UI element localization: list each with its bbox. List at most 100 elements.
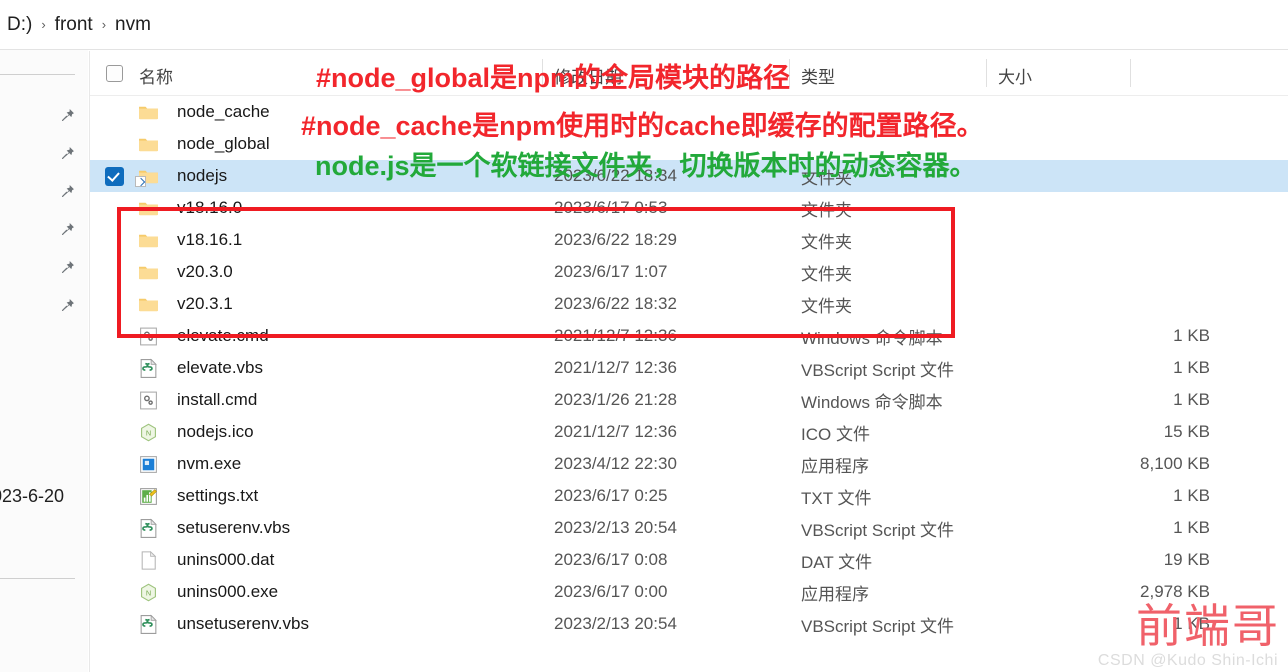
file-date-modified: 2021/12/7 12:36 [554,326,677,345]
file-date-modified: 2023/2/13 20:54 [554,518,677,537]
rail-divider-top [0,74,75,75]
file-name[interactable]: v18.16.1 [168,230,242,250]
column-header-size[interactable]: 大小 [998,63,1032,88]
file-date-modified: 2021/12/7 12:36 [554,422,677,441]
table-row[interactable]: unins000.dat 2023/6/17 0:08 DAT 文件 19 KB [90,544,1288,576]
table-row[interactable]: v20.3.0 2023/6/17 1:07 文件夹 [90,256,1288,288]
pinned-item-5[interactable] [0,248,88,286]
folder-icon [138,134,168,155]
rail-date-label: 023-6-20 [0,486,65,506]
column-header-row: 名称 修改日期 类型 大小 [90,51,1288,96]
file-rows: node_cache node_global nodejs 2023/6/22 18:… [90,96,1288,640]
pinned-item-2[interactable] [0,134,88,172]
file-date-modified: 2023/6/17 0:08 [554,550,668,569]
file-name[interactable]: node_cache [168,102,270,122]
file-name[interactable]: elevate.cmd [168,326,269,346]
table-row[interactable]: elevate.vbs 2021/12/7 12:36 VBScript Scrip… [90,352,1288,384]
file-list-pane: 名称 修改日期 类型 大小 node_cache node_globalnodej… [89,51,1288,672]
file-type: 应用程序 [801,456,869,476]
file-type: 文件夹 [801,232,852,252]
table-row[interactable]: v18.16.1 2023/6/22 18:29 文件夹 [90,224,1288,256]
file-name[interactable]: unins000.dat [168,550,274,570]
file-size: 15 KB [1163,422,1210,441]
pinned-item-6[interactable] [0,286,88,324]
table-row[interactable]: v18.16.0 2023/6/17 0:53 文件夹 [90,192,1288,224]
column-divider[interactable] [789,59,790,87]
table-row[interactable]: nodejs 2023/6/22 18:34 文件夹 [90,160,1288,192]
file-size: 1 KB [1173,358,1210,377]
pinned-item-4[interactable] [0,210,88,248]
table-row[interactable]: node_cache [90,96,1288,128]
row-checkbox-cell[interactable] [90,166,138,186]
table-row[interactable]: v20.3.1 2023/6/22 18:32 文件夹 [90,288,1288,320]
file-type: Windows 命令脚本 [801,392,943,412]
cmd-script-icon [138,390,168,411]
column-header-name[interactable]: 名称 [139,63,173,88]
column-header-date-modified[interactable]: 修改日期 [554,63,622,88]
file-type: 文件夹 [801,200,852,220]
file-size: 1 KB [1173,390,1210,409]
file-name[interactable]: nodejs [168,166,227,186]
file-type: 文件夹 [801,264,852,284]
pinned-item-1[interactable] [0,96,88,134]
select-all-checkbox[interactable] [105,64,123,82]
file-name[interactable]: v20.3.1 [168,294,233,314]
breadcrumb-item-drive[interactable]: D:) [2,12,37,38]
file-name[interactable]: elevate.vbs [168,358,263,378]
file-type: 文件夹 [801,296,852,316]
file-name[interactable]: setuserenv.vbs [168,518,290,538]
file-name[interactable]: install.cmd [168,390,257,410]
column-divider[interactable] [1130,59,1131,87]
breadcrumb-item-front[interactable]: front [50,12,98,38]
cmd-script-icon [138,326,168,347]
file-type: Windows 命令脚本 [801,328,943,348]
table-row[interactable]: settings.txt 2023/6/17 0:25 TXT 文件 1 KB [90,480,1288,512]
file-name[interactable]: v18.16.0 [168,198,242,218]
column-header-type[interactable]: 类型 [801,63,835,88]
file-name[interactable]: v20.3.0 [168,262,233,282]
file-type: DAT 文件 [801,552,873,572]
table-row[interactable]: unsetuserenv.vbs 2023/2/13 20:54 VBScript … [90,608,1288,640]
table-row[interactable]: Nunins000.exe 2023/6/17 0:00 应用程序 2,978 KB [90,576,1288,608]
nodejs-ico-icon: N [138,422,168,443]
vbscript-icon [138,614,168,635]
folder-icon [138,102,168,123]
folder-shortcut-icon [135,166,168,187]
folder-icon [138,294,168,315]
file-size: 1 KB [1173,614,1210,633]
file-size: 2,978 KB [1140,582,1210,601]
file-size: 8,100 KB [1140,454,1210,473]
table-row[interactable]: nvm.exe 2023/4/12 22:30 应用程序 8,100 KB [90,448,1288,480]
vbscript-icon [138,518,168,539]
table-row[interactable]: node_global [90,128,1288,160]
file-size: 19 KB [1163,550,1210,569]
checkmark-icon[interactable] [104,166,124,186]
chevron-right-icon: › [41,17,46,32]
breadcrumb-item-nvm[interactable]: nvm [110,12,156,38]
file-date-modified: 2021/12/7 12:36 [554,358,677,377]
file-name[interactable]: nodejs.ico [168,422,254,442]
select-all-cell[interactable] [90,64,138,82]
file-date-modified: 2023/6/17 0:25 [554,486,668,505]
table-row[interactable]: elevate.cmd 2021/12/7 12:36 Windows 命令脚本 1 … [90,320,1288,352]
file-name[interactable]: node_global [168,134,270,154]
file-date-modified: 2023/6/17 1:07 [554,262,668,281]
file-type: 应用程序 [801,584,869,604]
rail-divider-bottom [0,578,75,579]
table-row[interactable]: setuserenv.vbs 2023/2/13 20:54 VBScript Sc… [90,512,1288,544]
file-name[interactable]: settings.txt [168,486,258,506]
breadcrumb[interactable]: D:) › front › nvm [0,0,1288,50]
file-name[interactable]: unsetuserenv.vbs [168,614,309,634]
file-date-modified: 2023/2/13 20:54 [554,614,677,633]
file-date-modified: 2023/6/17 0:53 [554,198,668,217]
pinned-item-3[interactable] [0,172,88,210]
file-type: 文件夹 [801,168,852,188]
vbscript-icon [138,358,168,379]
column-divider[interactable] [542,59,543,87]
table-row[interactable]: install.cmd 2023/1/26 21:28 Windows 命令脚本 1 … [90,384,1288,416]
file-name[interactable]: unins000.exe [168,582,278,602]
file-name[interactable]: nvm.exe [168,454,241,474]
chevron-right-icon: › [101,17,107,32]
table-row[interactable]: Nnodejs.ico 2021/12/7 12:36 ICO 文件 15 KB [90,416,1288,448]
column-divider[interactable] [986,59,987,87]
